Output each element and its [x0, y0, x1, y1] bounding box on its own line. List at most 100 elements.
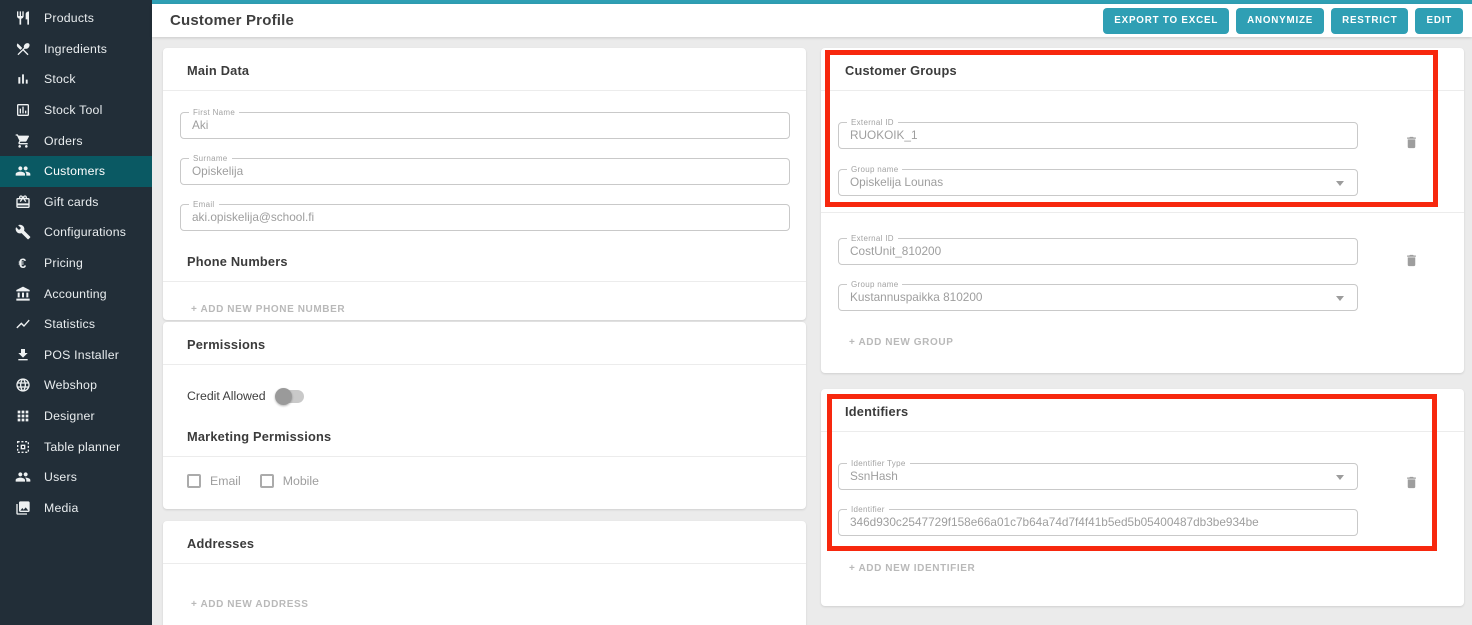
customer-group-row: External ID RUOKOIK_1 Group name Opiskel… — [821, 91, 1464, 212]
add-new-identifier-link[interactable]: + ADD NEW IDENTIFIER — [849, 563, 975, 574]
surname-value: Opiskelija — [181, 159, 789, 184]
surname-field[interactable]: Surname Opiskelija — [180, 158, 790, 185]
group-name-label: Group name — [847, 165, 902, 175]
content: Main Data First Name Aki Surname Opiskel… — [152, 37, 1472, 625]
sidebar-item-accounting[interactable]: Accounting — [0, 278, 152, 309]
identifier-row: Identifier Type SsnHash Identifier 346d9… — [821, 432, 1464, 536]
group-name-select[interactable]: Group name Opiskelija Lounas — [838, 169, 1358, 196]
bar-chart-icon — [14, 71, 31, 88]
sidebar-item-label: Customers — [44, 164, 105, 178]
trash-icon — [1404, 253, 1419, 268]
identifier-fields: Identifier Type SsnHash Identifier 346d9… — [821, 432, 1358, 536]
sidebar-item-label: Webshop — [44, 378, 97, 392]
email-checkbox[interactable]: Email — [187, 474, 241, 488]
credit-allowed-row: Credit Allowed — [163, 365, 806, 403]
group-name-select[interactable]: Group name Kustannuspaikka 810200 — [838, 284, 1358, 311]
addresses-card: Addresses + ADD NEW ADDRESS — [163, 521, 806, 625]
left-column: Main Data First Name Aki Surname Opiskel… — [163, 48, 806, 625]
add-new-phone-number-link[interactable]: + ADD NEW PHONE NUMBER — [191, 304, 345, 315]
marketing-permissions-title: Marketing Permissions — [163, 403, 806, 457]
checkbox-icon — [260, 474, 274, 488]
topbar-buttons: EXPORT TO EXCEL ANONYMIZE RESTRICT EDIT — [1103, 8, 1463, 34]
toggle-knob-icon — [275, 388, 292, 405]
credit-allowed-toggle[interactable] — [277, 390, 304, 403]
sidebar-item-label: Configurations — [44, 225, 126, 239]
sidebar-item-webshop[interactable]: Webshop — [0, 370, 152, 401]
media-icon — [14, 499, 31, 516]
sidebar-item-pricing[interactable]: € Pricing — [0, 248, 152, 279]
customer-groups-title: Customer Groups — [821, 48, 1464, 91]
delete-group-button[interactable] — [1402, 133, 1421, 155]
sidebar-item-ingredients[interactable]: Ingredients — [0, 34, 152, 65]
add-new-group-link[interactable]: + ADD NEW GROUP — [849, 337, 953, 348]
identifier-type-value: SsnHash — [839, 464, 1357, 489]
sidebar-item-pos-installer[interactable]: POS Installer — [0, 340, 152, 371]
credit-allowed-label: Credit Allowed — [187, 389, 266, 403]
sidebar-item-gift-cards[interactable]: Gift cards — [0, 187, 152, 218]
sidebar-item-customers[interactable]: Customers — [0, 156, 152, 187]
external-id-label: External ID — [847, 234, 898, 244]
right-column: Customer Groups External ID RUOKOIK_1 Gr… — [821, 48, 1464, 625]
export-to-excel-button[interactable]: EXPORT TO EXCEL — [1103, 8, 1229, 34]
sidebar-item-stock[interactable]: Stock — [0, 64, 152, 95]
external-id-value: RUOKOIK_1 — [839, 123, 1357, 148]
sidebar-item-label: Accounting — [44, 287, 107, 301]
customer-groups-card: Customer Groups External ID RUOKOIK_1 Gr… — [821, 48, 1464, 373]
sidebar-item-users[interactable]: Users — [0, 462, 152, 493]
group-name-value: Kustannuspaikka 810200 — [839, 285, 1357, 310]
external-id-field[interactable]: External ID CostUnit_810200 — [838, 238, 1358, 265]
external-id-field[interactable]: External ID RUOKOIK_1 — [838, 122, 1358, 149]
identifier-field[interactable]: Identifier 346d930c2547729f158e66a01c7b6… — [838, 509, 1358, 536]
delete-group-button[interactable] — [1402, 251, 1421, 273]
sidebar-item-statistics[interactable]: Statistics — [0, 309, 152, 340]
sidebar-item-designer[interactable]: Designer — [0, 401, 152, 432]
group-name-value: Opiskelija Lounas — [839, 170, 1357, 195]
edit-button[interactable]: EDIT — [1415, 8, 1463, 34]
external-id-value: CostUnit_810200 — [839, 239, 1357, 264]
main-data-title: Main Data — [163, 48, 806, 91]
sidebar-item-label: Table planner — [44, 440, 120, 454]
identifier-label: Identifier — [847, 505, 889, 515]
trend-line-icon — [14, 316, 31, 333]
sidebar-item-label: POS Installer — [44, 348, 119, 362]
group-fields: External ID RUOKOIK_1 Group name Opiskel… — [821, 91, 1358, 196]
globe-icon — [14, 377, 31, 394]
sidebar-item-products[interactable]: Products — [0, 3, 152, 34]
permissions-title: Permissions — [163, 322, 806, 365]
identifier-value: 346d930c2547729f158e66a01c7b64a74d7f4f41… — [839, 510, 1357, 535]
anonymize-button[interactable]: ANONYMIZE — [1236, 8, 1324, 34]
first-name-field[interactable]: First Name Aki — [180, 112, 790, 139]
mobile-checkbox[interactable]: Mobile — [260, 474, 319, 488]
sidebar: Products Ingredients StockStock Tool Orders… — [0, 0, 152, 625]
restaurant-icon — [14, 10, 31, 27]
add-new-address-link[interactable]: + ADD NEW ADDRESS — [191, 599, 309, 610]
identifier-type-label: Identifier Type — [847, 459, 910, 469]
trash-icon — [1404, 475, 1419, 490]
email-value: aki.opiskelija@school.fi — [181, 205, 789, 230]
identifier-actions — [1358, 432, 1464, 536]
sidebar-item-table-planner[interactable]: Table planner — [0, 431, 152, 462]
restrict-button[interactable]: RESTRICT — [1331, 8, 1408, 34]
surname-label: Surname — [189, 154, 232, 164]
restaurant-menu-icon — [14, 40, 31, 57]
mobile-checkbox-label: Mobile — [283, 474, 319, 488]
identifier-type-select[interactable]: Identifier Type SsnHash — [838, 463, 1358, 490]
sidebar-item-orders[interactable]: Orders — [0, 125, 152, 156]
email-field[interactable]: Email aki.opiskelija@school.fi — [180, 204, 790, 231]
permissions-card: Permissions Credit Allowed Marketing Per… — [163, 322, 806, 509]
grid-icon — [14, 408, 31, 425]
download-icon — [14, 346, 31, 363]
sidebar-item-stock-tool[interactable]: Stock Tool — [0, 95, 152, 126]
sidebar-item-label: Media — [44, 501, 79, 515]
sidebar-item-configurations[interactable]: Configurations — [0, 217, 152, 248]
delete-identifier-button[interactable] — [1402, 473, 1421, 495]
sidebar-item-media[interactable]: Media — [0, 493, 152, 524]
marketing-checkboxes: Email Mobile — [163, 457, 806, 488]
sidebar-item-label: Ingredients — [44, 42, 107, 56]
euro-icon: € — [14, 255, 31, 272]
cart-icon — [14, 132, 31, 149]
phone-numbers-title: Phone Numbers — [163, 250, 806, 282]
sidebar-item-label: Orders — [44, 134, 83, 148]
sidebar-item-label: Pricing — [44, 256, 83, 270]
main-data-card: Main Data First Name Aki Surname Opiskel… — [163, 48, 806, 320]
